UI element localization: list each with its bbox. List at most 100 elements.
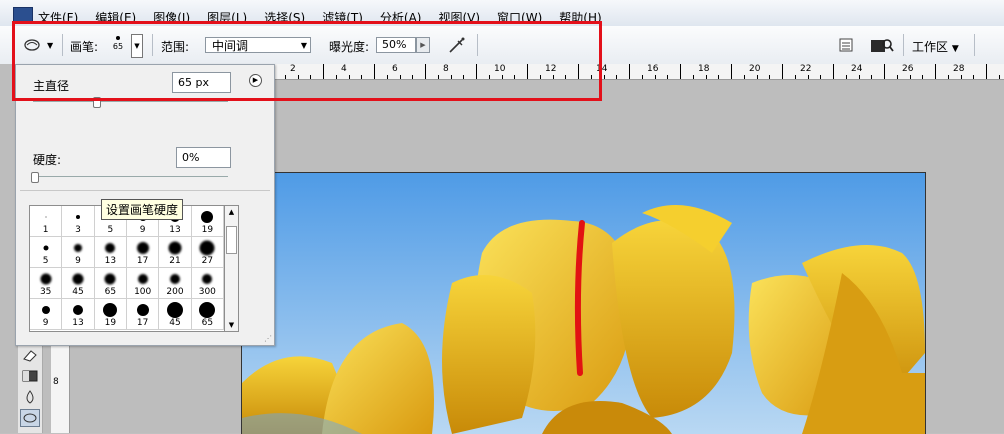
brush-preset[interactable]: 9	[62, 237, 95, 268]
menu-item[interactable]: 窗口(W)	[497, 9, 542, 26]
menu-items: 文件(F) 编辑(E) 图像(I) 图层(L) 选择(S) 滤镜(T) 分析(A) 视图(V)…	[38, 9, 619, 26]
separator	[903, 34, 904, 56]
eraser-tool-icon[interactable]	[21, 347, 39, 363]
scrollbar-thumb[interactable]	[226, 226, 237, 254]
brush-preset-size: 3	[75, 225, 81, 235]
menu-item[interactable]: 滤镜(T)	[322, 9, 363, 26]
brush-preset-size: 1	[42, 225, 49, 235]
ruler-label: 20	[749, 64, 761, 74]
brush-preview[interactable]: 65	[110, 35, 126, 57]
workspace-menu[interactable]: 工作区 ▼	[912, 38, 959, 55]
ruler-tick	[884, 64, 885, 79]
master-diameter-input[interactable]: 65 px	[172, 72, 231, 93]
ruler-label: 8	[443, 64, 449, 74]
scroll-down-icon[interactable]: ▼	[225, 319, 238, 331]
brush-preset[interactable]: 35	[30, 268, 63, 299]
ruler-label: 24	[851, 64, 863, 74]
brush-preset[interactable]: 45	[159, 299, 192, 330]
tool-preset-dropdown-icon[interactable]: ▼	[47, 41, 53, 50]
brush-preset[interactable]: 65	[191, 299, 224, 330]
brush-preset[interactable]: 3	[62, 206, 95, 237]
exposure-slider-toggle[interactable]: ▶	[416, 37, 430, 53]
ruler-tick	[782, 64, 783, 79]
brush-preset-size: 21	[169, 256, 181, 266]
brush-preset[interactable]: 45	[62, 268, 95, 299]
menu-item[interactable]: 编辑(E)	[95, 9, 136, 26]
brush-preset[interactable]: 13	[94, 237, 127, 268]
brush-tip-icon	[72, 273, 84, 285]
brush-preset-size: 27	[201, 256, 214, 266]
brush-preset[interactable]: 1	[30, 206, 63, 237]
brush-preset[interactable]: 21	[159, 237, 192, 268]
ruler-label: 4	[341, 64, 347, 74]
brush-preset[interactable]: 17	[126, 237, 160, 268]
hardness-slider-track[interactable]	[33, 176, 228, 177]
master-diameter-slider-track[interactable]	[33, 101, 228, 102]
brush-tip-icon	[104, 273, 116, 285]
brush-preset-size: 17	[136, 256, 149, 266]
blur-tool-icon[interactable]	[21, 389, 39, 405]
ruler-tick	[871, 75, 872, 79]
brush-preset[interactable]: 65	[94, 268, 127, 299]
brush-preset-size: 9	[42, 318, 49, 328]
ruler-tick	[514, 75, 515, 79]
brush-preset[interactable]: 300	[191, 268, 224, 299]
airbrush-icon[interactable]	[447, 35, 467, 55]
brush-preset[interactable]: 27	[191, 237, 224, 268]
document-image[interactable]	[241, 172, 926, 434]
exposure-input[interactable]: 50%	[376, 37, 416, 53]
separator	[974, 34, 975, 56]
horizontal-ruler: 2 4 6 8 10 12 14 16 18 20 22 24 26 28	[272, 64, 1004, 80]
brush-tip-icon	[199, 302, 216, 318]
hardness-slider-thumb[interactable]	[31, 172, 39, 183]
ruler-label: 10	[494, 64, 506, 74]
chevron-down-icon: ▼	[300, 41, 307, 50]
brush-preset[interactable]: 13	[62, 299, 95, 330]
menu-item[interactable]: 分析(A)	[380, 9, 422, 26]
brush-preset-grid: 1 3 5 9 13 19 5 9 13 17 21 27 35 45 65 100 200 300 9 13 19 17…	[29, 205, 225, 332]
resize-grip-icon[interactable]: ⋰	[264, 334, 272, 343]
brush-picker-button[interactable]: ▼	[131, 34, 143, 58]
ruler-tick	[680, 64, 681, 79]
brush-preset[interactable]: 19	[94, 299, 127, 330]
hardness-input[interactable]: 0%	[176, 147, 231, 168]
dodge-tool-active-icon[interactable]	[20, 409, 40, 427]
ruler-label: 18	[698, 64, 710, 74]
brush-preset[interactable]: 100	[126, 268, 160, 299]
menu-item[interactable]: 选择(S)	[264, 9, 305, 26]
menu-bar: 文件(F) 编辑(E) 图像(I) 图层(L) 选择(S) 滤镜(T) 分析(A) 视图(V)…	[0, 0, 1004, 27]
ruler-tick	[540, 75, 541, 79]
menu-item[interactable]: 图层(L)	[207, 9, 247, 26]
bridge-icon[interactable]	[870, 37, 894, 54]
brush-preset[interactable]: 19	[191, 206, 224, 237]
panel-menu-button[interactable]: ▶	[249, 74, 262, 87]
ruler-tick	[642, 75, 643, 79]
master-diameter-label: 主直径	[33, 79, 70, 93]
master-diameter-slider-thumb[interactable]	[93, 97, 101, 108]
ruler-tick	[285, 75, 286, 79]
brush-grid-scrollbar[interactable]: ▲ ▼	[224, 205, 239, 332]
brush-preset[interactable]: 9	[30, 299, 63, 330]
workspace-label: 工作区	[912, 40, 949, 54]
menu-item[interactable]: 图像(I)	[153, 9, 190, 26]
ruler-tick	[859, 75, 860, 79]
ruler-tick	[310, 75, 311, 79]
brush-tip-icon	[136, 242, 149, 254]
range-select[interactable]: 中间调 ▼	[205, 37, 311, 53]
menu-item[interactable]: 帮助(H)	[559, 9, 601, 26]
options-bar: ▼ 画笔: 65 ▼ 范围: 中间调 ▼ 曝光度: 50% ▶ 工作区 ▼	[0, 26, 1004, 65]
brush-preset[interactable]: 200	[159, 268, 192, 299]
dodge-tool-icon[interactable]	[22, 37, 42, 53]
menu-item[interactable]: 文件(F)	[38, 9, 78, 26]
menu-item[interactable]: 视图(V)	[438, 9, 480, 26]
palette-well-icon[interactable]	[838, 37, 854, 53]
scroll-up-icon[interactable]: ▲	[225, 206, 238, 218]
brush-preset-size: 19	[104, 318, 117, 328]
ruler-label: 28	[953, 64, 965, 74]
gradient-tool-icon[interactable]	[21, 368, 39, 384]
brush-preset[interactable]: 5	[30, 237, 63, 268]
brush-preset-size: 35	[39, 287, 52, 297]
brush-preset[interactable]: 17	[126, 299, 160, 330]
ruler-label: 6	[392, 64, 398, 74]
ruler-tick	[999, 75, 1000, 79]
